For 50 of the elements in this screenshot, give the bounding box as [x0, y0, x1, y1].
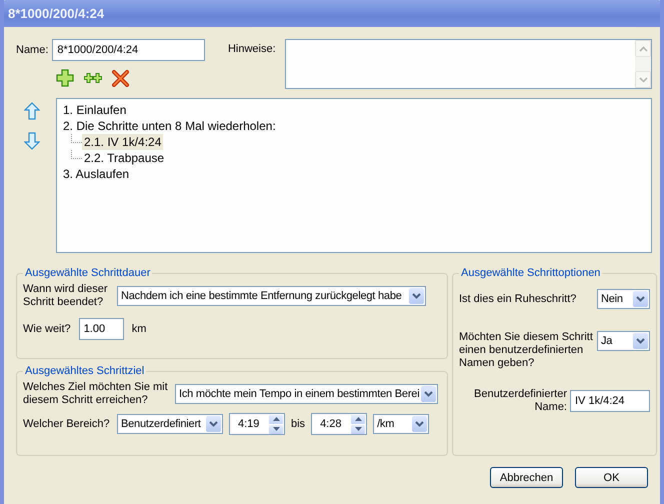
spin-field[interactable]: 4:19: [229, 413, 285, 435]
caret-up-icon: [354, 417, 362, 421]
arrow-up-icon[interactable]: [24, 102, 40, 120]
dropdown[interactable]: Ja: [597, 331, 650, 351]
dropdown[interactable]: /km: [373, 414, 430, 434]
dropdown[interactable]: Nein: [597, 289, 650, 309]
tree-item[interactable]: 2.1. IV 1k/4:24: [82, 134, 164, 150]
spin-down-button[interactable]: [269, 424, 283, 434]
tree-item[interactable]: 1. Einlaufen: [61, 102, 128, 118]
plus-icon[interactable]: [56, 69, 74, 87]
caret-down-icon: [638, 76, 648, 82]
field-label: Benutzerdefinierter Name:: [473, 388, 567, 414]
dropdown[interactable]: Nachdem ich eine bestimmte Entfernung zurückgelegt habe: [117, 286, 426, 306]
caret-up-icon: [638, 46, 648, 52]
close-icon[interactable]: [112, 69, 130, 87]
group-title: Ausgewählte Schrittoptionen: [460, 267, 602, 279]
field-label: Hinweise:: [228, 43, 276, 56]
field-label: Wann wird dieser Schritt beendet?: [23, 283, 109, 309]
field-label: Welches Ziel möchten Sie mit diesem Schritt erreichen?: [23, 381, 169, 407]
double-plus-icon[interactable]: [84, 72, 102, 84]
field-label: Möchten Sie diesem Schritt einen benutzerdefinierten Namen geben?: [459, 331, 594, 370]
unit-label: km: [132, 322, 146, 336]
dropdown[interactable]: Ich möchte mein Tempo in einem bestimmten Berei: [175, 384, 438, 404]
dialog-button[interactable]: Abbrechen: [490, 467, 563, 488]
group-title: Ausgewähltes Schrittziel: [24, 365, 146, 377]
distance-field[interactable]: 1.00: [78, 318, 124, 340]
tree-line: [71, 150, 82, 158]
spin-up-button[interactable]: [351, 414, 366, 424]
group-title: Ausgewählte Schrittdauer: [24, 267, 152, 279]
tree-item[interactable]: 2.2. Trabpause: [82, 150, 166, 166]
spin-up-button[interactable]: [269, 414, 283, 424]
spin-field[interactable]: 4:28: [311, 413, 368, 435]
caret-down-icon: [354, 427, 362, 431]
caret-up-icon: [272, 417, 280, 421]
tree-item[interactable]: 3. Auslaufen: [61, 166, 132, 182]
field-label: Name:: [16, 44, 48, 56]
custom-name-field[interactable]: IV 1k/4:24: [570, 390, 650, 412]
field-label: Ist dies ein Ruheschritt?: [459, 292, 578, 306]
field-label: Welcher Bereich?: [23, 418, 111, 430]
spin-down-button[interactable]: [351, 424, 366, 434]
dialog-button[interactable]: OK: [575, 467, 648, 488]
dropdown[interactable]: Benutzerdefiniert: [117, 414, 223, 434]
arrow-down-icon[interactable]: [24, 132, 40, 150]
field-label: bis: [291, 418, 306, 430]
tree-item[interactable]: 2. Die Schritte unten 8 Mal wiederholen:: [61, 118, 278, 134]
notes-field[interactable]: [284, 39, 652, 89]
caret-down-icon: [272, 427, 280, 431]
field-label: Wie weit?: [23, 322, 71, 336]
window-title: 8*1000/200/4:24: [8, 6, 104, 21]
name-field[interactable]: 8*1000/200/4:24: [52, 39, 206, 61]
